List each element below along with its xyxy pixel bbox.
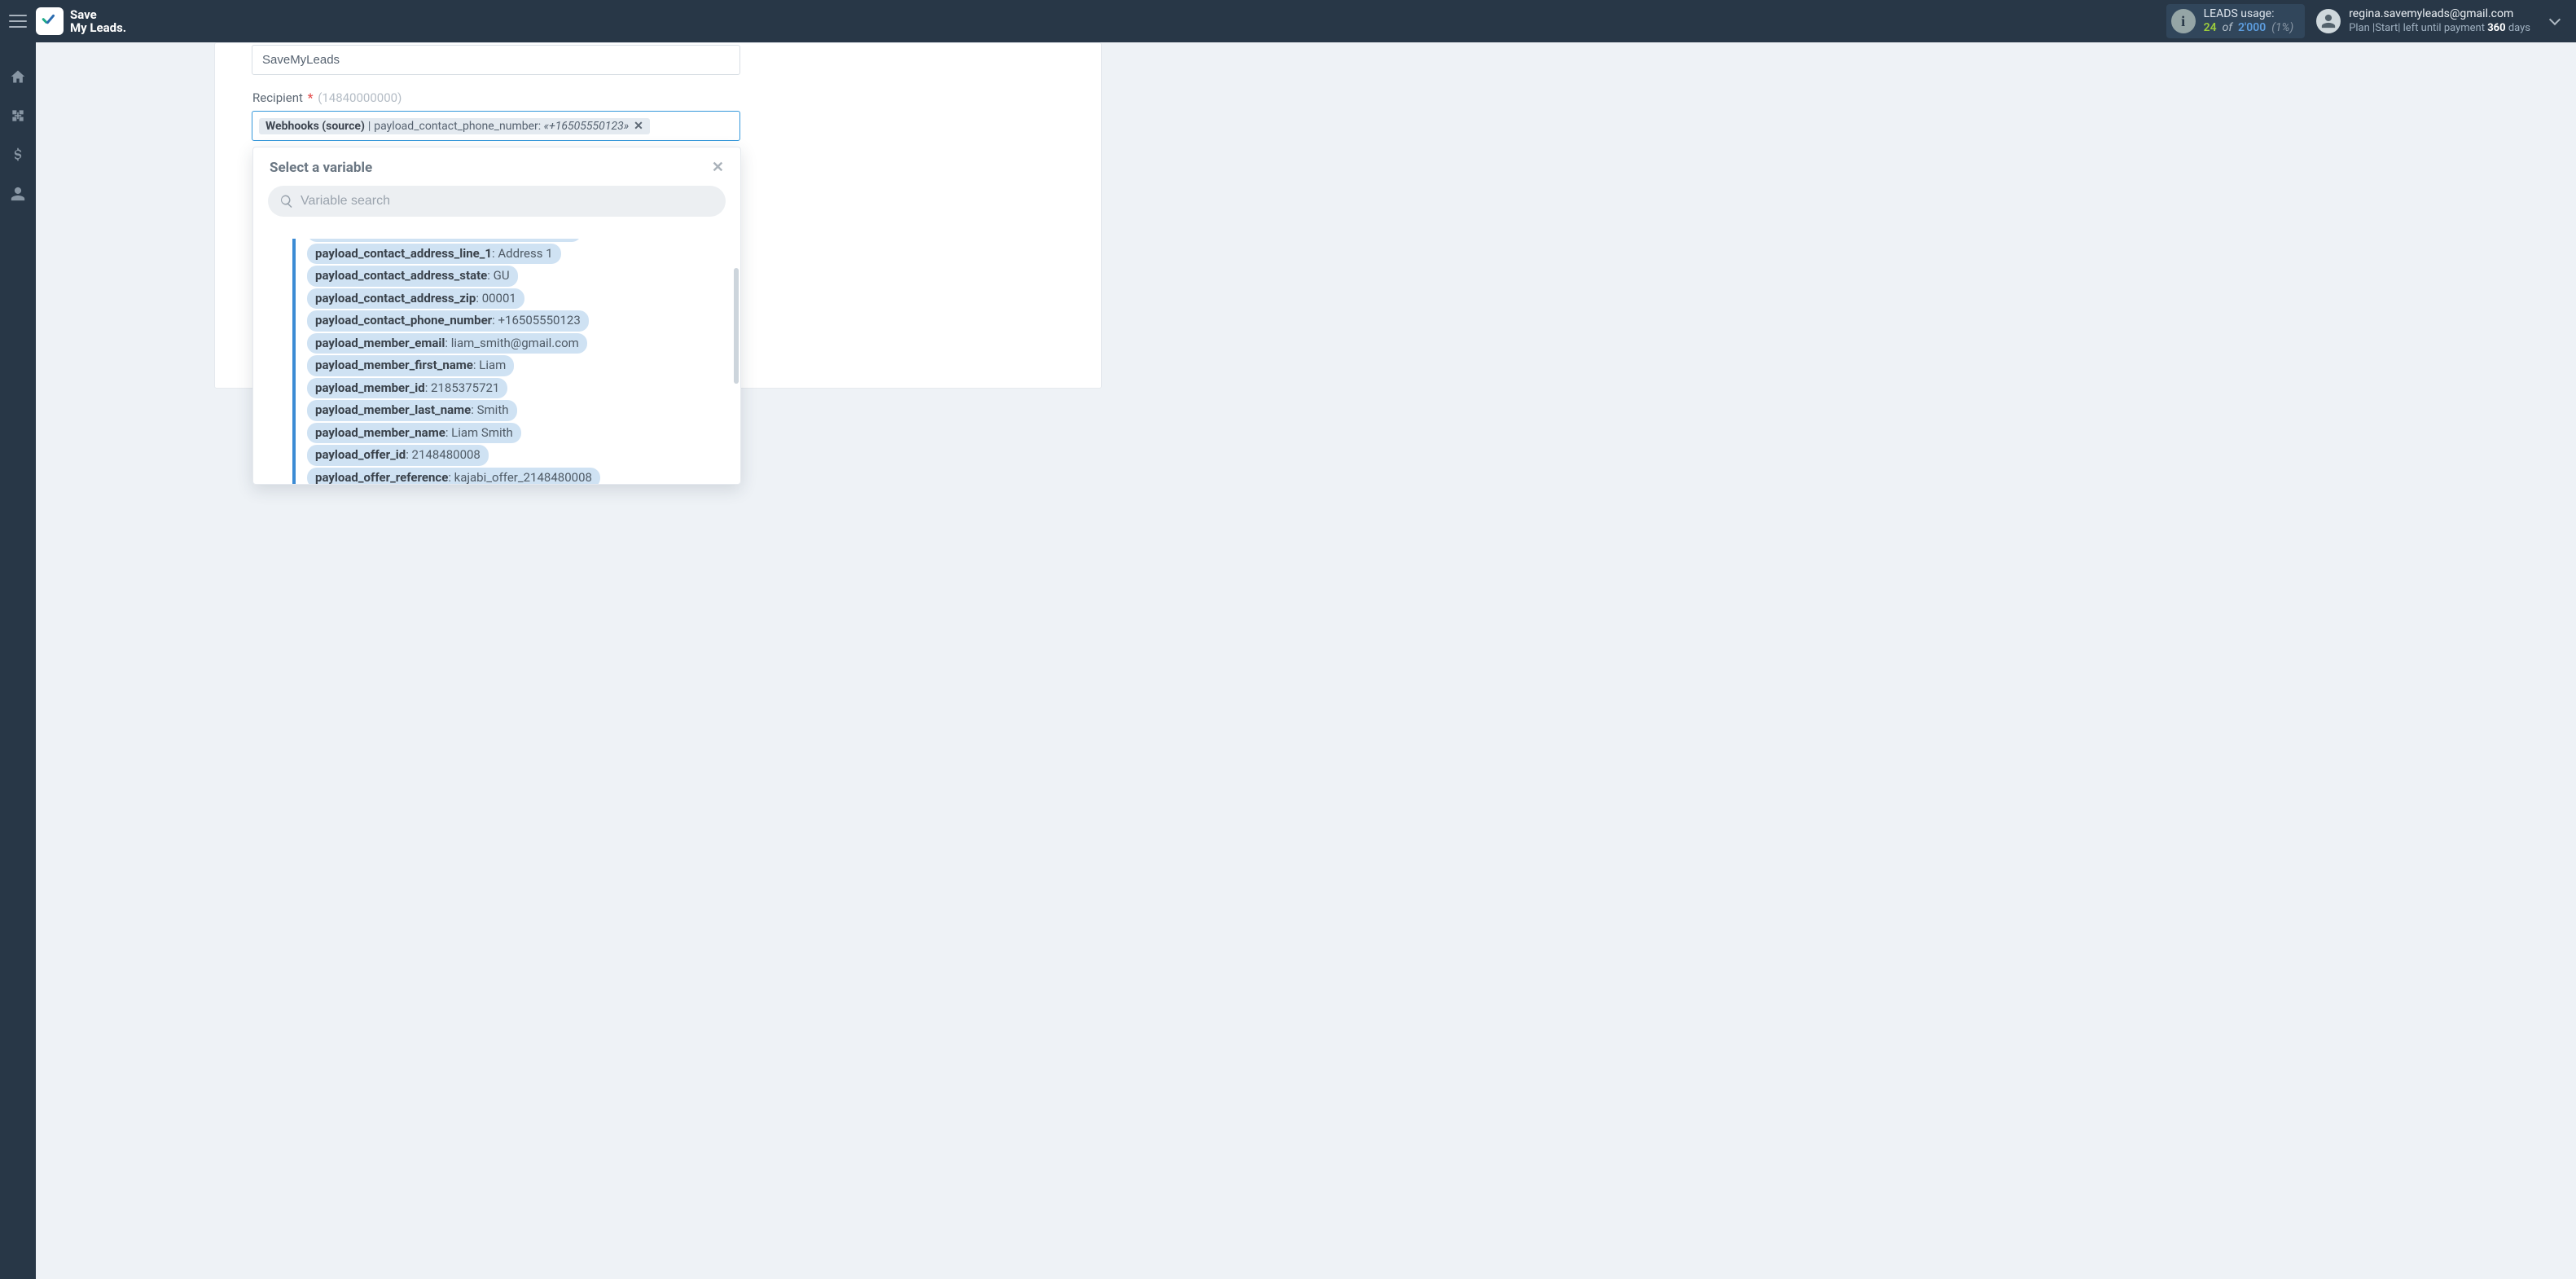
- nav-home[interactable]: [8, 67, 28, 86]
- brand-line2: My Leads.: [70, 21, 126, 35]
- variable-key: payload_member_name: [315, 425, 445, 440]
- variable-value: : Liam: [473, 358, 506, 372]
- variable-key: payload_member_first_name: [315, 358, 473, 372]
- variable-option[interactable]: payload_contact_address_line_1: Address …: [307, 244, 731, 265]
- usage-total: 2'000: [2238, 21, 2266, 34]
- usage-of-word: of: [2219, 21, 2235, 34]
- leads-usage-box[interactable]: i LEADS usage: 24 of 2'000 (1%): [2166, 4, 2306, 38]
- variable-option[interactable]: payload_contact_address_state: GU: [307, 266, 731, 287]
- info-icon: i: [2171, 9, 2196, 33]
- variable-value: : Address 1: [492, 246, 553, 261]
- variable-option[interactable]: payload_contact_phone_number: +165055501…: [307, 310, 731, 332]
- required-asterisk: *: [308, 90, 314, 105]
- brand-name: Save My Leads.: [70, 8, 126, 35]
- usage-label: LEADS usage:: [2204, 7, 2294, 21]
- topbar: Save My Leads. i LEADS usage: 24 of 2'00…: [0, 0, 2576, 42]
- variable-key: payload_contact_phone_number: [315, 313, 492, 327]
- main-stage: Recipient * (14840000000) Webhooks (sour…: [36, 42, 2576, 1279]
- dropdown-title: Select a variable: [270, 160, 372, 176]
- check-icon: [41, 12, 59, 30]
- variable-key: payload_offer_reference: [315, 470, 448, 485]
- variable-value: : 2185375721: [425, 380, 500, 395]
- variable-key: payload_member_email: [315, 336, 445, 350]
- variable-search-input[interactable]: [301, 194, 714, 209]
- integration-card: Recipient * (14840000000) Webhooks (sour…: [214, 42, 1102, 389]
- account-email: regina.savemyleads@gmail.com: [2349, 7, 2530, 22]
- variable-value: : +16505550123: [492, 313, 581, 327]
- brand-line1: Save: [70, 7, 97, 22]
- variable-value: : Smith: [471, 402, 508, 417]
- variable-option[interactable]: payload_offer_id: 2148480008: [307, 445, 731, 466]
- variable-value: : GU: [487, 268, 509, 283]
- search-icon: [279, 194, 294, 209]
- variable-option[interactable]: payload_member_email: liam_smith@gmail.c…: [307, 333, 731, 354]
- chip-source: Webhooks (source): [265, 120, 365, 133]
- menu-button[interactable]: [0, 0, 36, 42]
- variable-option[interactable]: payload_member_last_name: Smith: [307, 400, 731, 421]
- chip-remove-icon[interactable]: ✕: [634, 120, 643, 133]
- recipient-hint: (14840000000): [318, 90, 402, 105]
- account-days-word: days: [2508, 22, 2530, 34]
- variable-key: payload_member_last_name: [315, 402, 471, 417]
- dropdown-close-icon[interactable]: ✕: [712, 159, 724, 176]
- account-plan: Plan |Start| left until payment 360 days: [2349, 22, 2530, 35]
- nav-billing[interactable]: [8, 145, 28, 165]
- variable-dropdown: Select a variable ✕: [252, 147, 741, 485]
- account-days-num: 360: [2487, 22, 2505, 34]
- app-logo[interactable]: [36, 7, 64, 35]
- variable-value: : liam_smith@gmail.com: [445, 336, 578, 350]
- variable-key: payload_contact_address_zip: [315, 291, 476, 305]
- variable-list[interactable]: payload_contact_address_line_1: Address …: [253, 239, 740, 484]
- nav-profile[interactable]: [8, 184, 28, 204]
- variable-value: : 2148480008: [406, 447, 481, 462]
- usage-text: LEADS usage: 24 of 2'000 (1%): [2204, 7, 2294, 35]
- account-text: regina.savemyleads@gmail.com Plan |Start…: [2349, 7, 2530, 35]
- usage-used: 24: [2204, 21, 2217, 34]
- variable-option[interactable]: payload_member_id: 2185375721: [307, 378, 731, 399]
- nav-integrations[interactable]: [8, 106, 28, 125]
- hamburger-icon: [9, 15, 27, 28]
- avatar-icon: [2316, 9, 2341, 33]
- account-dropdown-toggle[interactable]: [2539, 19, 2571, 24]
- variable-option[interactable]: payload_member_name: Liam Smith: [307, 423, 731, 444]
- variable-key: payload_contact_address_state: [315, 268, 487, 283]
- chip-field: payload_contact_phone_number:: [374, 120, 541, 133]
- variable-search[interactable]: [268, 186, 726, 217]
- left-nav: [0, 42, 36, 1279]
- variable-option[interactable]: [307, 239, 731, 242]
- account-area[interactable]: regina.savemyleads@gmail.com Plan |Start…: [2316, 7, 2530, 35]
- usage-values: 24 of 2'000 (1%): [2204, 21, 2294, 35]
- variable-value: : Liam Smith: [445, 425, 513, 440]
- chevron-down-icon: [2549, 14, 2561, 25]
- variable-option[interactable]: payload_contact_address_zip: 00001: [307, 288, 731, 310]
- dropdown-scrollbar[interactable]: [734, 268, 739, 384]
- variable-key: payload_contact_address_line_1: [315, 246, 492, 261]
- recipient-input[interactable]: Webhooks (source) | payload_contact_phon…: [252, 111, 740, 141]
- chip-value: «+16505550123»: [544, 120, 630, 133]
- name-input[interactable]: [252, 45, 740, 75]
- variable-value: : kajabi_offer_2148480008: [448, 470, 592, 485]
- recipient-label: Recipient * (14840000000): [252, 90, 402, 105]
- variable-chip[interactable]: Webhooks (source) | payload_contact_phon…: [259, 118, 650, 134]
- variable-option[interactable]: payload_member_first_name: Liam: [307, 355, 731, 376]
- variable-value: : 00001: [476, 291, 516, 305]
- variable-key: payload_offer_id: [315, 447, 406, 462]
- usage-pct: (1%): [2269, 21, 2293, 34]
- variable-key: payload_member_id: [315, 380, 425, 395]
- variable-option[interactable]: payload_offer_reference: kajabi_offer_21…: [307, 468, 731, 485]
